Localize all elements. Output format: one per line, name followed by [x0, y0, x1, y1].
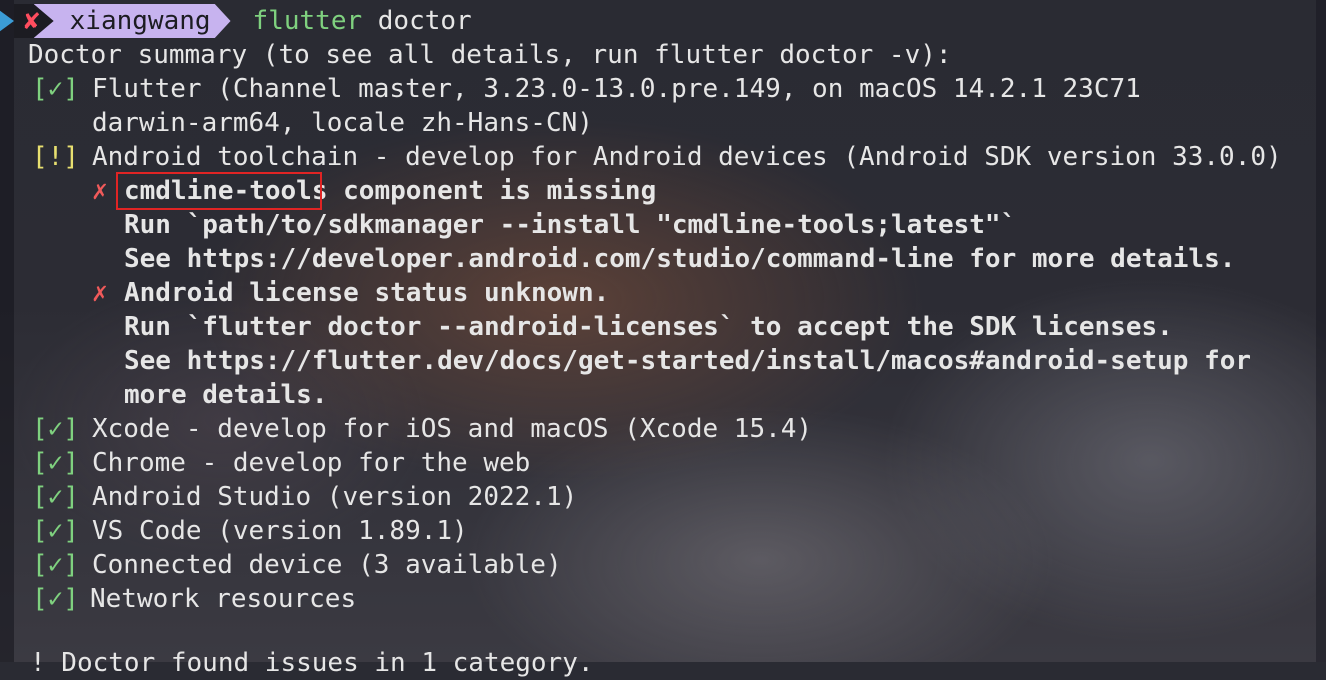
- vscode-line: VS Code (version 1.89.1): [92, 516, 468, 546]
- terminal-window: ✘ xiangwang flutter doctor Doctor summar…: [0, 0, 1326, 678]
- check-row-network: [✓]: [32, 582, 79, 616]
- terminal-left-edge: [0, 0, 14, 662]
- check-ok-mark: [✓]: [32, 414, 79, 444]
- check-ok-mark: [✓]: [32, 448, 79, 478]
- annotation-highlight-box: [116, 172, 322, 210]
- check-ok-mark: [✓]: [32, 74, 79, 104]
- shell-prompt: ✘ xiangwang flutter doctor: [0, 4, 472, 38]
- check-ok-mark: [✓]: [32, 516, 79, 546]
- more-details-line: more details.: [124, 380, 328, 410]
- check-row-android: [!]: [32, 140, 79, 174]
- flutter-line-1: Flutter (Channel master, 3.23.0-13.0.pre…: [92, 74, 1141, 104]
- check-row-device: [✓]: [32, 548, 79, 582]
- prompt-username: xiangwang: [69, 6, 211, 36]
- android-toolchain-line: Android toolchain - develop for Android …: [92, 142, 1282, 172]
- license-unknown-line: Android license status unknown.: [124, 278, 610, 308]
- check-row-vscode: [✓]: [32, 514, 79, 548]
- command-binary: flutter: [252, 6, 363, 36]
- xcode-line: Xcode - develop for iOS and macOS (Xcode…: [92, 414, 813, 444]
- connected-device-line: Connected device (3 available): [92, 550, 562, 580]
- command-arguments: doctor: [362, 6, 472, 36]
- command-input[interactable]: flutter doctor: [253, 6, 472, 36]
- check-row-chrome: [✓]: [32, 446, 79, 480]
- error-status-icon: ✘: [24, 6, 40, 36]
- check-ok-mark: [✓]: [32, 482, 79, 512]
- flutter-line-2: darwin-arm64, locale zh-Hans-CN): [92, 108, 593, 138]
- network-resources-line: Network resources: [90, 584, 357, 614]
- check-row-android-studio: [✓]: [32, 480, 79, 514]
- see-setup-link-line[interactable]: See https://flutter.dev/docs/get-started…: [124, 344, 1251, 378]
- run-licenses-line: Run `flutter doctor --android-licenses` …: [124, 312, 1173, 342]
- check-ok-mark: [✓]: [32, 550, 79, 580]
- android-studio-line: Android Studio (version 2022.1): [92, 482, 578, 512]
- see-cmdline-link-line[interactable]: See https://developer.android.com/studio…: [124, 242, 1235, 276]
- prompt-user-segment: xiangwang: [33, 4, 231, 38]
- prompt-marker-icon: [0, 10, 14, 32]
- check-row-xcode: [✓]: [32, 412, 79, 446]
- check-warn-mark: [!]: [32, 142, 79, 172]
- check-row-flutter: [✓]: [32, 72, 79, 106]
- doctor-found-issues-line: ! Doctor found issues in 1 category.: [30, 648, 594, 678]
- run-sdkmanager-line: Run `path/to/sdkmanager --install "cmdli…: [124, 210, 1017, 240]
- check-ok-mark: [✓]: [32, 584, 79, 614]
- terminal-scrollbar[interactable]: [1316, 0, 1326, 662]
- chrome-line: Chrome - develop for the web: [92, 448, 531, 478]
- error-x-icon: ✗: [92, 176, 108, 206]
- error-x-icon: ✗: [92, 278, 108, 308]
- cmdline-tools-missing-text: component is missing: [327, 176, 657, 206]
- doctor-summary-line: Doctor summary (to see all details, run …: [28, 40, 952, 70]
